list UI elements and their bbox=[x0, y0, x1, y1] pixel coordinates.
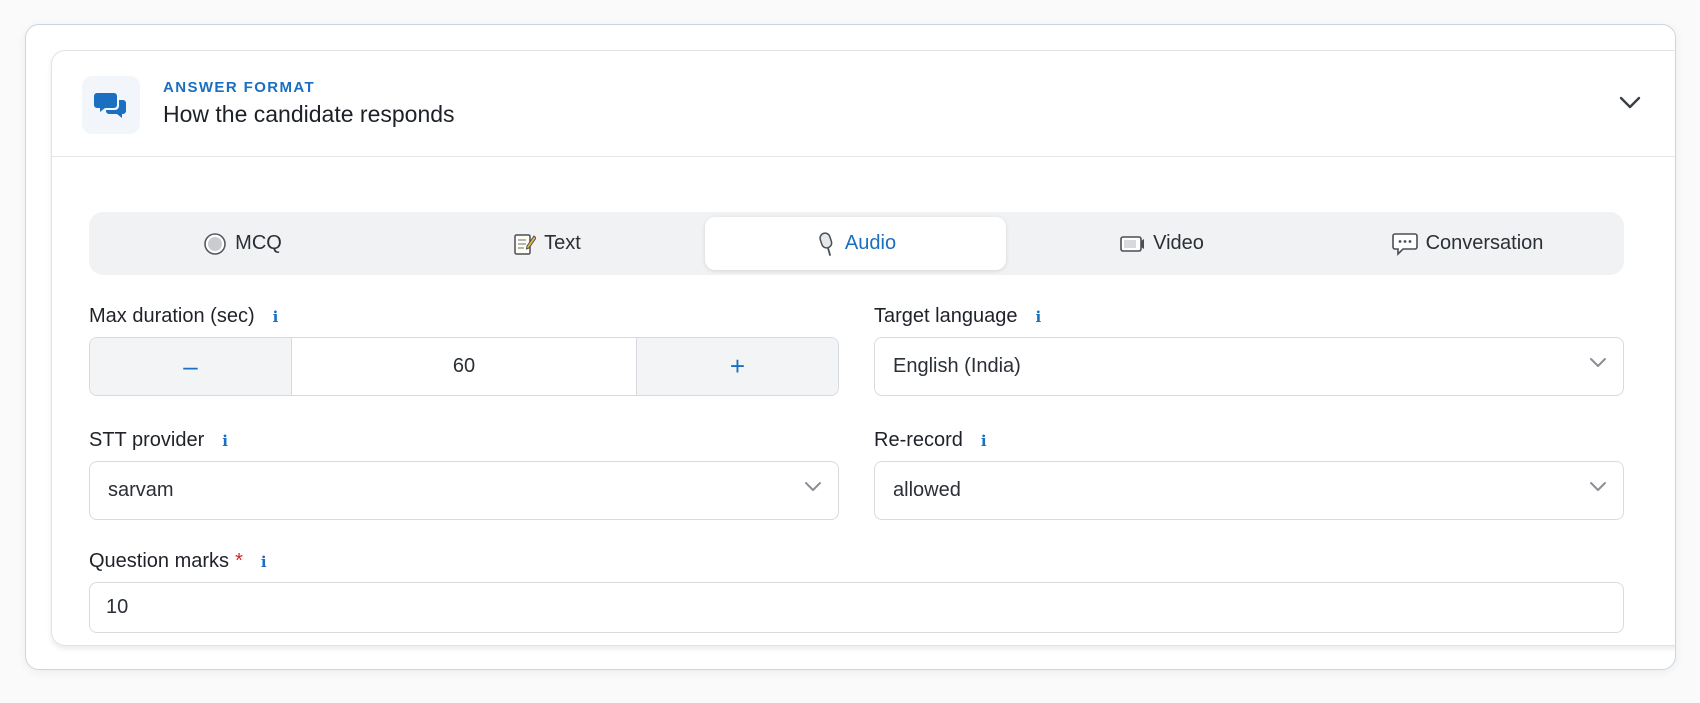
tab-video[interactable]: Video bbox=[1011, 217, 1312, 270]
chevron-down-icon bbox=[805, 482, 821, 491]
field-label-text: STT provider bbox=[89, 429, 205, 451]
info-icon[interactable]: i bbox=[222, 432, 228, 450]
tab-conversation[interactable]: Conversation bbox=[1317, 217, 1618, 270]
section-eyebrow: ANSWER FORMAT bbox=[163, 79, 316, 96]
tab-label: Video bbox=[1153, 232, 1204, 254]
max-duration-label: Max duration (sec) i bbox=[89, 305, 278, 328]
memo-icon bbox=[512, 232, 537, 256]
section-title: How the candidate responds bbox=[163, 101, 455, 127]
chat-bubbles-icon bbox=[82, 76, 140, 134]
radio-circle-icon bbox=[203, 232, 227, 256]
collapse-button[interactable] bbox=[1613, 86, 1647, 120]
video-camera-icon bbox=[1119, 233, 1145, 255]
stt-provider-select[interactable]: sarvam bbox=[89, 461, 839, 520]
re-record-label: Re-record i bbox=[874, 429, 987, 452]
tab-audio[interactable]: Audio bbox=[705, 217, 1006, 270]
tab-label: Conversation bbox=[1425, 232, 1544, 254]
required-asterisk: * bbox=[235, 550, 243, 572]
re-record-select[interactable]: allowed bbox=[874, 461, 1624, 520]
field-label-text: Re-record bbox=[874, 429, 963, 451]
field-label-text: Target language bbox=[874, 305, 1018, 327]
duration-value[interactable]: 60 bbox=[292, 338, 636, 395]
chevron-down-icon bbox=[1619, 96, 1641, 109]
question-marks-label: Question marks * i bbox=[89, 550, 267, 573]
tab-text[interactable]: Text bbox=[396, 217, 697, 270]
decrement-button[interactable]: – bbox=[90, 338, 292, 395]
info-icon[interactable]: i bbox=[273, 308, 279, 326]
answer-format-tabs: MCQ Text Audio Video Conversation bbox=[89, 212, 1624, 275]
microphone-icon bbox=[815, 231, 837, 257]
speech-bubble-icon bbox=[1391, 232, 1418, 256]
tab-mcq[interactable]: MCQ bbox=[94, 217, 391, 270]
info-icon[interactable]: i bbox=[1035, 308, 1041, 326]
info-icon[interactable]: i bbox=[981, 432, 987, 450]
chevron-down-icon bbox=[1590, 482, 1606, 491]
select-value: English (India) bbox=[893, 355, 1021, 377]
target-language-select[interactable]: English (India) bbox=[874, 337, 1624, 396]
chevron-down-icon bbox=[1590, 358, 1606, 367]
increment-button[interactable]: + bbox=[636, 338, 838, 395]
tab-label: Audio bbox=[844, 232, 897, 254]
field-label-text: Question marks bbox=[89, 550, 230, 572]
question-marks-input[interactable]: 10 bbox=[89, 582, 1624, 633]
stt-provider-label: STT provider i bbox=[89, 429, 228, 452]
max-duration-stepper: – 60 + bbox=[89, 337, 839, 396]
answer-format-card: ANSWER FORMAT How the candidate responds… bbox=[51, 50, 1675, 646]
tab-label: MCQ bbox=[235, 232, 282, 254]
target-language-label: Target language i bbox=[874, 305, 1041, 328]
card-header[interactable]: ANSWER FORMAT How the candidate responds bbox=[52, 51, 1675, 157]
info-icon[interactable]: i bbox=[261, 553, 267, 571]
select-value: allowed bbox=[893, 479, 961, 501]
select-value: sarvam bbox=[108, 479, 174, 501]
field-label-text: Max duration (sec) bbox=[89, 305, 255, 327]
tab-label: Text bbox=[544, 232, 581, 254]
outer-panel: ANSWER FORMAT How the candidate responds… bbox=[25, 24, 1676, 670]
